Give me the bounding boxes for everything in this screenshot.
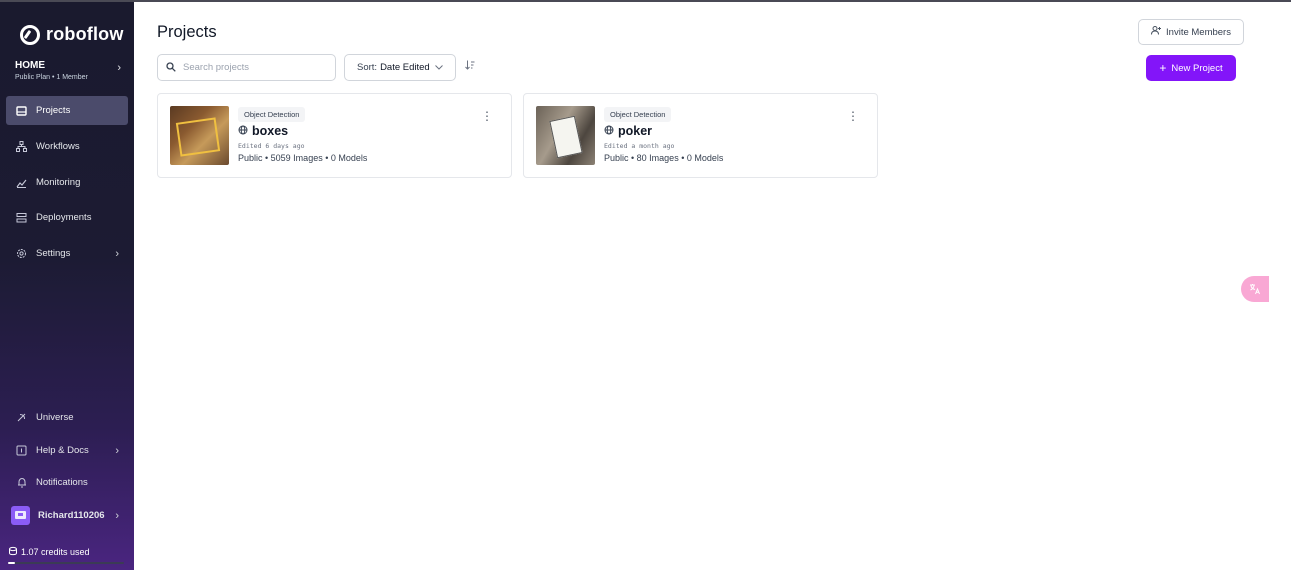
workspace-switcher[interactable]: HOME Public Plan • 1 Member › — [15, 60, 127, 81]
avatar — [11, 506, 30, 525]
sidebar-item-label: Deployments — [36, 212, 92, 223]
sidebar-item-label: Help & Docs — [36, 445, 89, 456]
chevron-right-icon: › — [117, 62, 121, 74]
universe-icon — [16, 412, 27, 423]
sidebar-item-label: Monitoring — [36, 177, 81, 188]
sidebar-item-projects[interactable]: Projects — [6, 96, 128, 125]
project-edited: Edited 6 days ago — [238, 142, 305, 150]
sidebar-item-workflows[interactable]: Workflows — [6, 132, 128, 161]
user-menu[interactable]: Richard110206 › — [6, 501, 128, 530]
page-title: Projects — [157, 23, 217, 41]
add-user-icon — [1151, 26, 1162, 38]
chevron-right-icon: › — [115, 247, 119, 260]
sort-prefix: Sort: — [357, 62, 378, 73]
chevron-right-icon: › — [115, 509, 119, 522]
new-project-button[interactable]: + New Project — [1146, 55, 1236, 81]
invite-members-label: Invite Members — [1166, 26, 1231, 38]
roboflow-logo-icon — [20, 24, 40, 45]
help-icon — [16, 445, 27, 456]
project-type-badge: Object Detection — [238, 107, 306, 122]
translate-icon[interactable] — [1241, 276, 1269, 302]
project-thumbnail — [170, 106, 229, 165]
project-card-poker[interactable]: Object Detection poker Edited a month ag… — [523, 93, 878, 178]
sort-direction-icon[interactable] — [465, 60, 475, 73]
projects-icon — [16, 105, 27, 116]
workspace-plan: Public Plan • 1 Member — [15, 74, 88, 81]
credits-label: 1.07 credits used — [21, 547, 90, 557]
project-name-row: poker — [604, 124, 652, 138]
deployments-icon — [16, 212, 27, 223]
plus-icon: + — [1159, 61, 1167, 75]
sidebar-item-help-docs[interactable]: Help & Docs › — [6, 436, 128, 465]
search-box — [157, 54, 336, 81]
globe-icon — [604, 124, 614, 138]
project-card-boxes[interactable]: Object Detection boxes Edited 6 days ago… — [157, 93, 512, 178]
credits-usage[interactable]: 1.07 credits used — [8, 546, 90, 558]
sidebar-item-deployments[interactable]: Deployments — [6, 203, 128, 232]
workflows-icon — [16, 141, 27, 152]
invite-members-button[interactable]: Invite Members — [1138, 19, 1244, 45]
project-stats: Public • 80 Images • 0 Models — [604, 153, 724, 163]
roboflow-logo[interactable]: roboflow — [20, 24, 124, 45]
sidebar: roboflow HOME Public Plan • 1 Member › P… — [0, 0, 134, 570]
sidebar-item-label: Workflows — [36, 141, 80, 152]
credits-progress-fill — [8, 562, 15, 564]
project-edited: Edited a month ago — [604, 142, 675, 150]
project-thumbnail — [536, 106, 595, 165]
bell-icon — [16, 477, 27, 488]
credits-icon — [8, 546, 18, 558]
sort-dropdown[interactable]: Sort: Date Edited — [344, 54, 456, 81]
chevron-right-icon: › — [115, 444, 119, 457]
sidebar-item-universe[interactable]: Universe — [6, 403, 128, 432]
project-name: boxes — [252, 124, 289, 138]
sidebar-item-label: Projects — [36, 105, 71, 116]
sidebar-item-monitoring[interactable]: Monitoring — [6, 168, 128, 197]
search-icon — [166, 59, 176, 77]
credits-progress-bar — [8, 562, 124, 564]
project-type-badge: Object Detection — [604, 107, 672, 122]
sidebar-item-settings[interactable]: Settings › — [6, 239, 128, 268]
project-name: poker — [618, 124, 653, 138]
project-stats: Public • 5059 Images • 0 Models — [238, 153, 368, 163]
new-project-label: New Project — [1171, 62, 1223, 74]
more-options-icon[interactable]: ⋮ — [481, 110, 493, 122]
globe-icon — [238, 124, 248, 138]
chevron-down-icon — [435, 62, 443, 72]
project-name-row: boxes — [238, 124, 288, 138]
settings-icon — [16, 248, 27, 259]
brand-name: roboflow — [46, 24, 124, 44]
sort-value: Date Edited — [380, 62, 430, 73]
more-options-icon[interactable]: ⋮ — [847, 110, 859, 122]
monitoring-icon — [16, 177, 27, 188]
sidebar-item-label: Settings — [36, 248, 71, 259]
window-top-border — [0, 0, 1291, 2]
sidebar-item-notifications[interactable]: Notifications — [6, 468, 128, 497]
user-name: Richard110206 — [38, 510, 105, 521]
search-input[interactable] — [183, 62, 323, 73]
sidebar-item-label: Universe — [36, 412, 74, 423]
sidebar-item-label: Notifications — [36, 477, 88, 488]
workspace-name: HOME — [15, 60, 45, 71]
